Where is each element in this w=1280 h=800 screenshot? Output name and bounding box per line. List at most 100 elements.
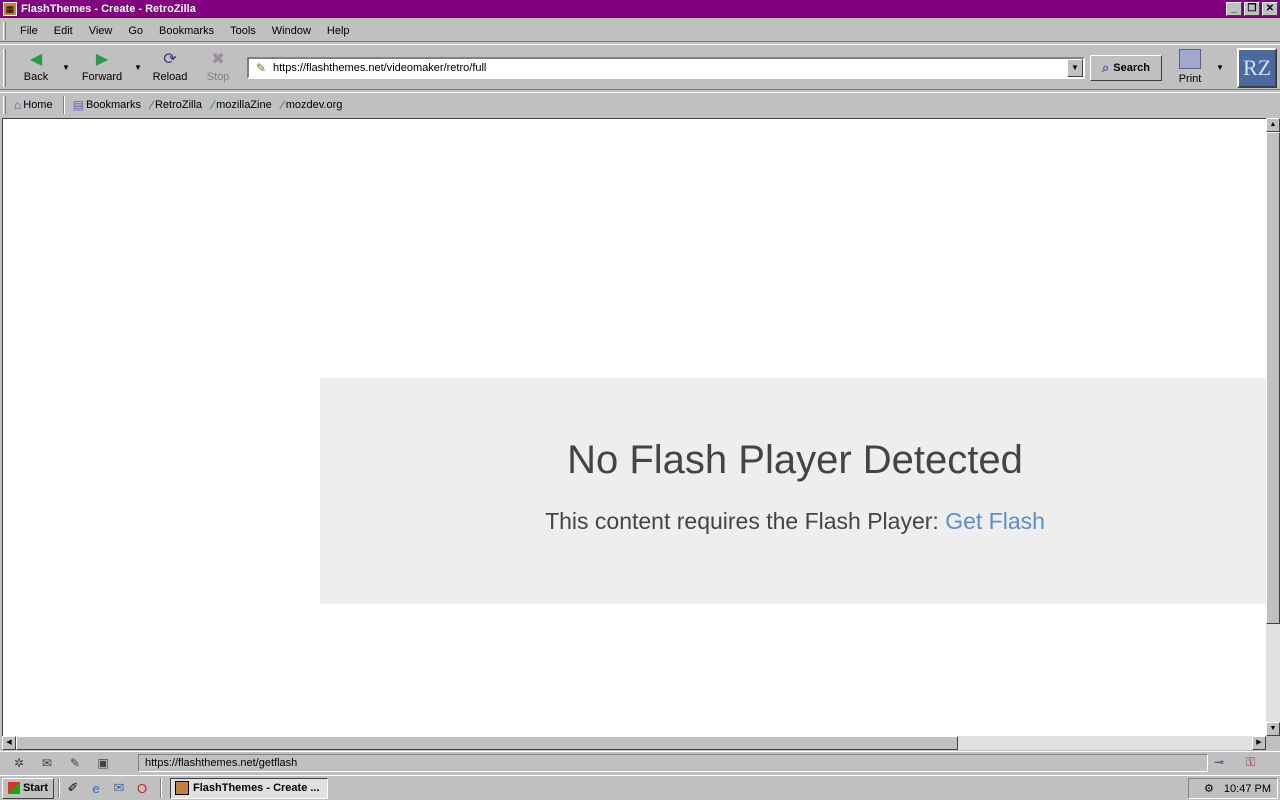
search-label: Search (1113, 62, 1150, 74)
bookmark-mozdev-label: mozdev.org (285, 98, 343, 111)
app-icon[interactable]: ▦ (3, 2, 17, 16)
composer-icon[interactable]: ✎ (66, 755, 84, 771)
personal-toolbar: ⌂ Home ▤ Bookmarks ⁄ RetroZilla ⁄ mozill… (0, 92, 1280, 116)
window-title: FlashThemes - Create - RetroZilla (21, 3, 196, 15)
opera-icon[interactable]: O (133, 779, 151, 797)
bookmark-mozdev[interactable]: ⁄ mozdev.org (282, 98, 343, 112)
bookmark-link-icon: ⁄ (150, 97, 153, 112)
bookmark-retrozilla-label: RetroZilla (154, 98, 203, 111)
bookmark-retrozilla[interactable]: ⁄ RetroZilla (151, 98, 202, 112)
close-button[interactable]: ✕ (1262, 2, 1278, 16)
vertical-scrollbar[interactable]: ▲ ▼ (1266, 118, 1280, 736)
outlook-express-icon[interactable]: ✉ (110, 779, 128, 797)
mail-icon[interactable]: ✉ (38, 755, 56, 771)
printer-icon (1179, 49, 1201, 69)
toolbar-grip[interactable] (3, 22, 6, 40)
taskbar-separator (58, 778, 60, 798)
taskbar-separator (160, 778, 162, 798)
back-arrow-icon: ◀ (29, 51, 43, 68)
stop-label: Stop (206, 71, 230, 83)
forward-dropdown-icon[interactable]: ▼ (133, 63, 143, 73)
address-book-icon[interactable]: ▣ (94, 755, 112, 771)
print-button[interactable]: Print (1172, 49, 1208, 89)
home-icon: ⌂ (14, 97, 22, 112)
navigation-toolbar: ◀ Back ▼ ▶ Forward ▼ ⟳ Reload ✖ Stop ✎ ▼… (0, 44, 1280, 90)
retrozilla-logo[interactable]: RZ (1237, 48, 1277, 88)
windows-logo-icon (7, 782, 20, 794)
bookmarks-icon: ▤ (72, 97, 84, 112)
horizontal-scrollbar[interactable]: ◀ ▶ (2, 736, 1266, 750)
menu-view[interactable]: View (89, 25, 113, 37)
security-icon[interactable]: ⚿ (1246, 755, 1255, 770)
show-desktop-icon[interactable]: ✐ (64, 779, 82, 797)
bookmarks-button[interactable]: ▤ Bookmarks (73, 98, 141, 112)
start-button[interactable]: Start (2, 777, 54, 799)
menu-bar: File Edit View Go Bookmarks Tools Window… (0, 20, 1280, 42)
scroll-right-icon[interactable]: ▶ (1252, 736, 1266, 750)
title-bar: ▦ FlashThemes - Create - RetroZilla _ ❐ … (0, 0, 1280, 18)
menu-window[interactable]: Window (272, 25, 311, 37)
home-label: Home (23, 98, 53, 111)
back-label: Back (23, 71, 49, 83)
status-text: https://flashthemes.net/getflash (138, 754, 1208, 772)
vertical-scroll-thumb[interactable] (1266, 132, 1280, 624)
bookmarks-label: Bookmarks (85, 98, 141, 111)
site-identity-icon[interactable]: ✎ (253, 60, 269, 76)
forward-button[interactable]: ▶ Forward (78, 49, 126, 87)
print-dropdown-icon[interactable]: ▼ (1215, 63, 1225, 73)
toolbar-grip[interactable] (3, 49, 6, 87)
tray-network-icon[interactable]: ⚙ (1204, 782, 1214, 795)
search-button[interactable]: ⌕ Search (1090, 55, 1162, 81)
minimize-button[interactable]: _ (1226, 2, 1242, 16)
search-icon: ⌕ (1102, 60, 1110, 75)
online-status-icon[interactable]: ⊸ (1214, 755, 1224, 769)
menu-go[interactable]: Go (128, 25, 143, 37)
retrozilla-app-icon (175, 781, 189, 795)
taskbar: Start ✐ e ✉ O FlashThemes - Create ... ⚙… (0, 775, 1280, 800)
url-bar: ✎ ▼ (247, 57, 1085, 79)
url-input[interactable] (273, 62, 1067, 74)
menu-file[interactable]: File (20, 25, 38, 37)
taskbar-window-label: FlashThemes - Create ... (193, 782, 320, 794)
flash-placeholder: No Flash Player Detected This content re… (320, 378, 1266, 604)
reload-label: Reload (152, 71, 188, 83)
get-flash-link[interactable]: Get Flash (945, 508, 1045, 534)
bookmark-mozillazine-label: mozillaZine (216, 98, 272, 111)
taskbar-window-button[interactable]: FlashThemes - Create ... (170, 777, 328, 799)
menu-tools[interactable]: Tools (230, 25, 256, 37)
maximize-button[interactable]: ❐ (1244, 2, 1260, 16)
stop-button[interactable]: ✖ Stop (194, 49, 242, 87)
navigator-icon[interactable]: ✲ (10, 755, 28, 771)
menu-help[interactable]: Help (327, 25, 350, 37)
scroll-up-icon[interactable]: ▲ (1266, 118, 1280, 132)
home-button[interactable]: ⌂ Home (14, 98, 53, 112)
bookmark-link-icon: ⁄ (281, 97, 284, 112)
bookmark-link-icon: ⁄ (212, 97, 215, 112)
bookmark-mozillazine[interactable]: ⁄ mozillaZine (212, 98, 272, 112)
system-tray: ⚙ 10:47 PM (1188, 778, 1278, 799)
url-history-dropdown-icon[interactable]: ▼ (1067, 59, 1083, 77)
print-label: Print (1178, 73, 1202, 85)
horizontal-scroll-thumb[interactable] (16, 736, 958, 750)
flash-message-text: This content requires the Flash Player: (545, 508, 939, 534)
flash-title: No Flash Player Detected (567, 438, 1023, 482)
reload-button[interactable]: ⟳ Reload (146, 49, 194, 87)
forward-arrow-icon: ▶ (95, 51, 109, 68)
internet-explorer-icon[interactable]: e (87, 779, 105, 797)
status-bar: ✲ ✉ ✎ ▣ https://flashthemes.net/getflash… (0, 751, 1280, 773)
flash-message: This content requires the Flash Player: … (320, 508, 1266, 535)
reload-icon: ⟳ (163, 51, 177, 68)
toolbar-separator (62, 95, 65, 114)
scroll-corner (1266, 736, 1280, 750)
toolbar-grip[interactable] (3, 96, 6, 114)
scroll-left-icon[interactable]: ◀ (2, 736, 16, 750)
menu-bookmarks[interactable]: Bookmarks (159, 25, 214, 37)
back-button[interactable]: ◀ Back (12, 49, 60, 87)
scroll-down-icon[interactable]: ▼ (1266, 722, 1280, 736)
stop-icon: ✖ (211, 51, 225, 68)
page-content: No Flash Player Detected This content re… (2, 118, 1266, 736)
menu-edit[interactable]: Edit (54, 25, 73, 37)
back-dropdown-icon[interactable]: ▼ (61, 63, 71, 73)
clock[interactable]: 10:47 PM (1224, 783, 1271, 795)
start-label: Start (22, 782, 49, 794)
